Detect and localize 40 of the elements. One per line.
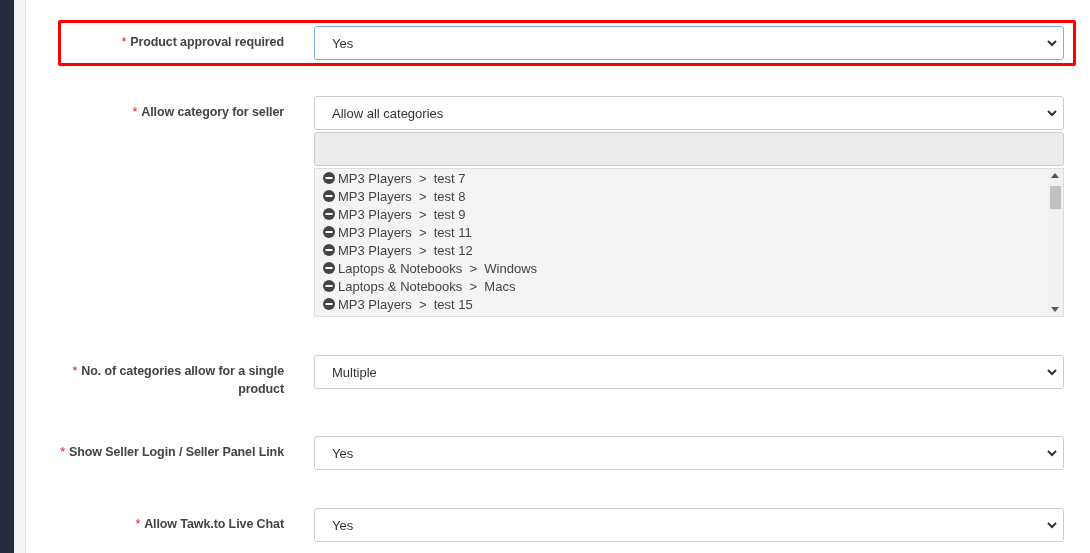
label-text: No. of categories allow for a single product	[81, 364, 284, 396]
minus-circle-icon[interactable]	[323, 208, 335, 220]
minus-circle-icon[interactable]	[323, 262, 335, 274]
dropdown-select[interactable]: Yes	[314, 436, 1064, 470]
required-asterisk: *	[135, 517, 141, 531]
chevron-down-icon	[1047, 368, 1057, 376]
label-text: Show Seller Login / Seller Panel Link	[68, 445, 284, 459]
minus-circle-icon[interactable]	[323, 172, 335, 184]
category-item: MP3 Players > test 15	[338, 296, 473, 312]
dropdown-select[interactable]: Yes	[314, 508, 1064, 542]
dropdown-select[interactable]: Allow all categories	[314, 96, 1064, 130]
label-text: Allow category for seller	[141, 105, 284, 119]
category-item: Laptops & Notebooks > Windows	[338, 260, 538, 276]
category-item: MP3 Players > test 8	[338, 188, 466, 204]
chevron-down-icon	[1047, 449, 1057, 457]
minus-circle-icon[interactable]	[323, 244, 335, 256]
category-item: MP3 Players > test 11	[338, 224, 472, 240]
category-item: MP3 Players > test 12	[338, 242, 473, 258]
scroll-up-icon[interactable]	[1051, 173, 1059, 178]
scroll-thumb[interactable]	[1049, 186, 1061, 209]
label-text: Allow Tawk.to Live Chat	[144, 517, 284, 531]
search-field[interactable]	[314, 132, 1064, 166]
chevron-down-icon	[1047, 521, 1057, 529]
dropdown-select[interactable]: Yes	[314, 26, 1064, 60]
minus-circle-icon[interactable]	[323, 280, 335, 292]
scroll-down-icon[interactable]	[1051, 307, 1059, 312]
category-item: MP3 Players > test 9	[338, 206, 466, 222]
chevron-down-icon	[1047, 39, 1057, 47]
chevron-down-icon	[1047, 109, 1057, 117]
minus-circle-icon[interactable]	[323, 190, 335, 202]
minus-circle-icon[interactable]	[323, 226, 335, 238]
required-asterisk: *	[72, 364, 78, 378]
category-item: Laptops & Notebooks > Macs	[338, 278, 516, 294]
label-text: Product approval required	[130, 35, 284, 49]
required-asterisk: *	[132, 105, 138, 119]
required-asterisk: *	[60, 445, 65, 459]
category-item: MP3 Players > test 7	[338, 170, 466, 186]
dropdown-select[interactable]: Multiple	[314, 355, 1064, 389]
minus-circle-icon[interactable]	[323, 298, 335, 310]
required-asterisk: *	[121, 35, 127, 49]
